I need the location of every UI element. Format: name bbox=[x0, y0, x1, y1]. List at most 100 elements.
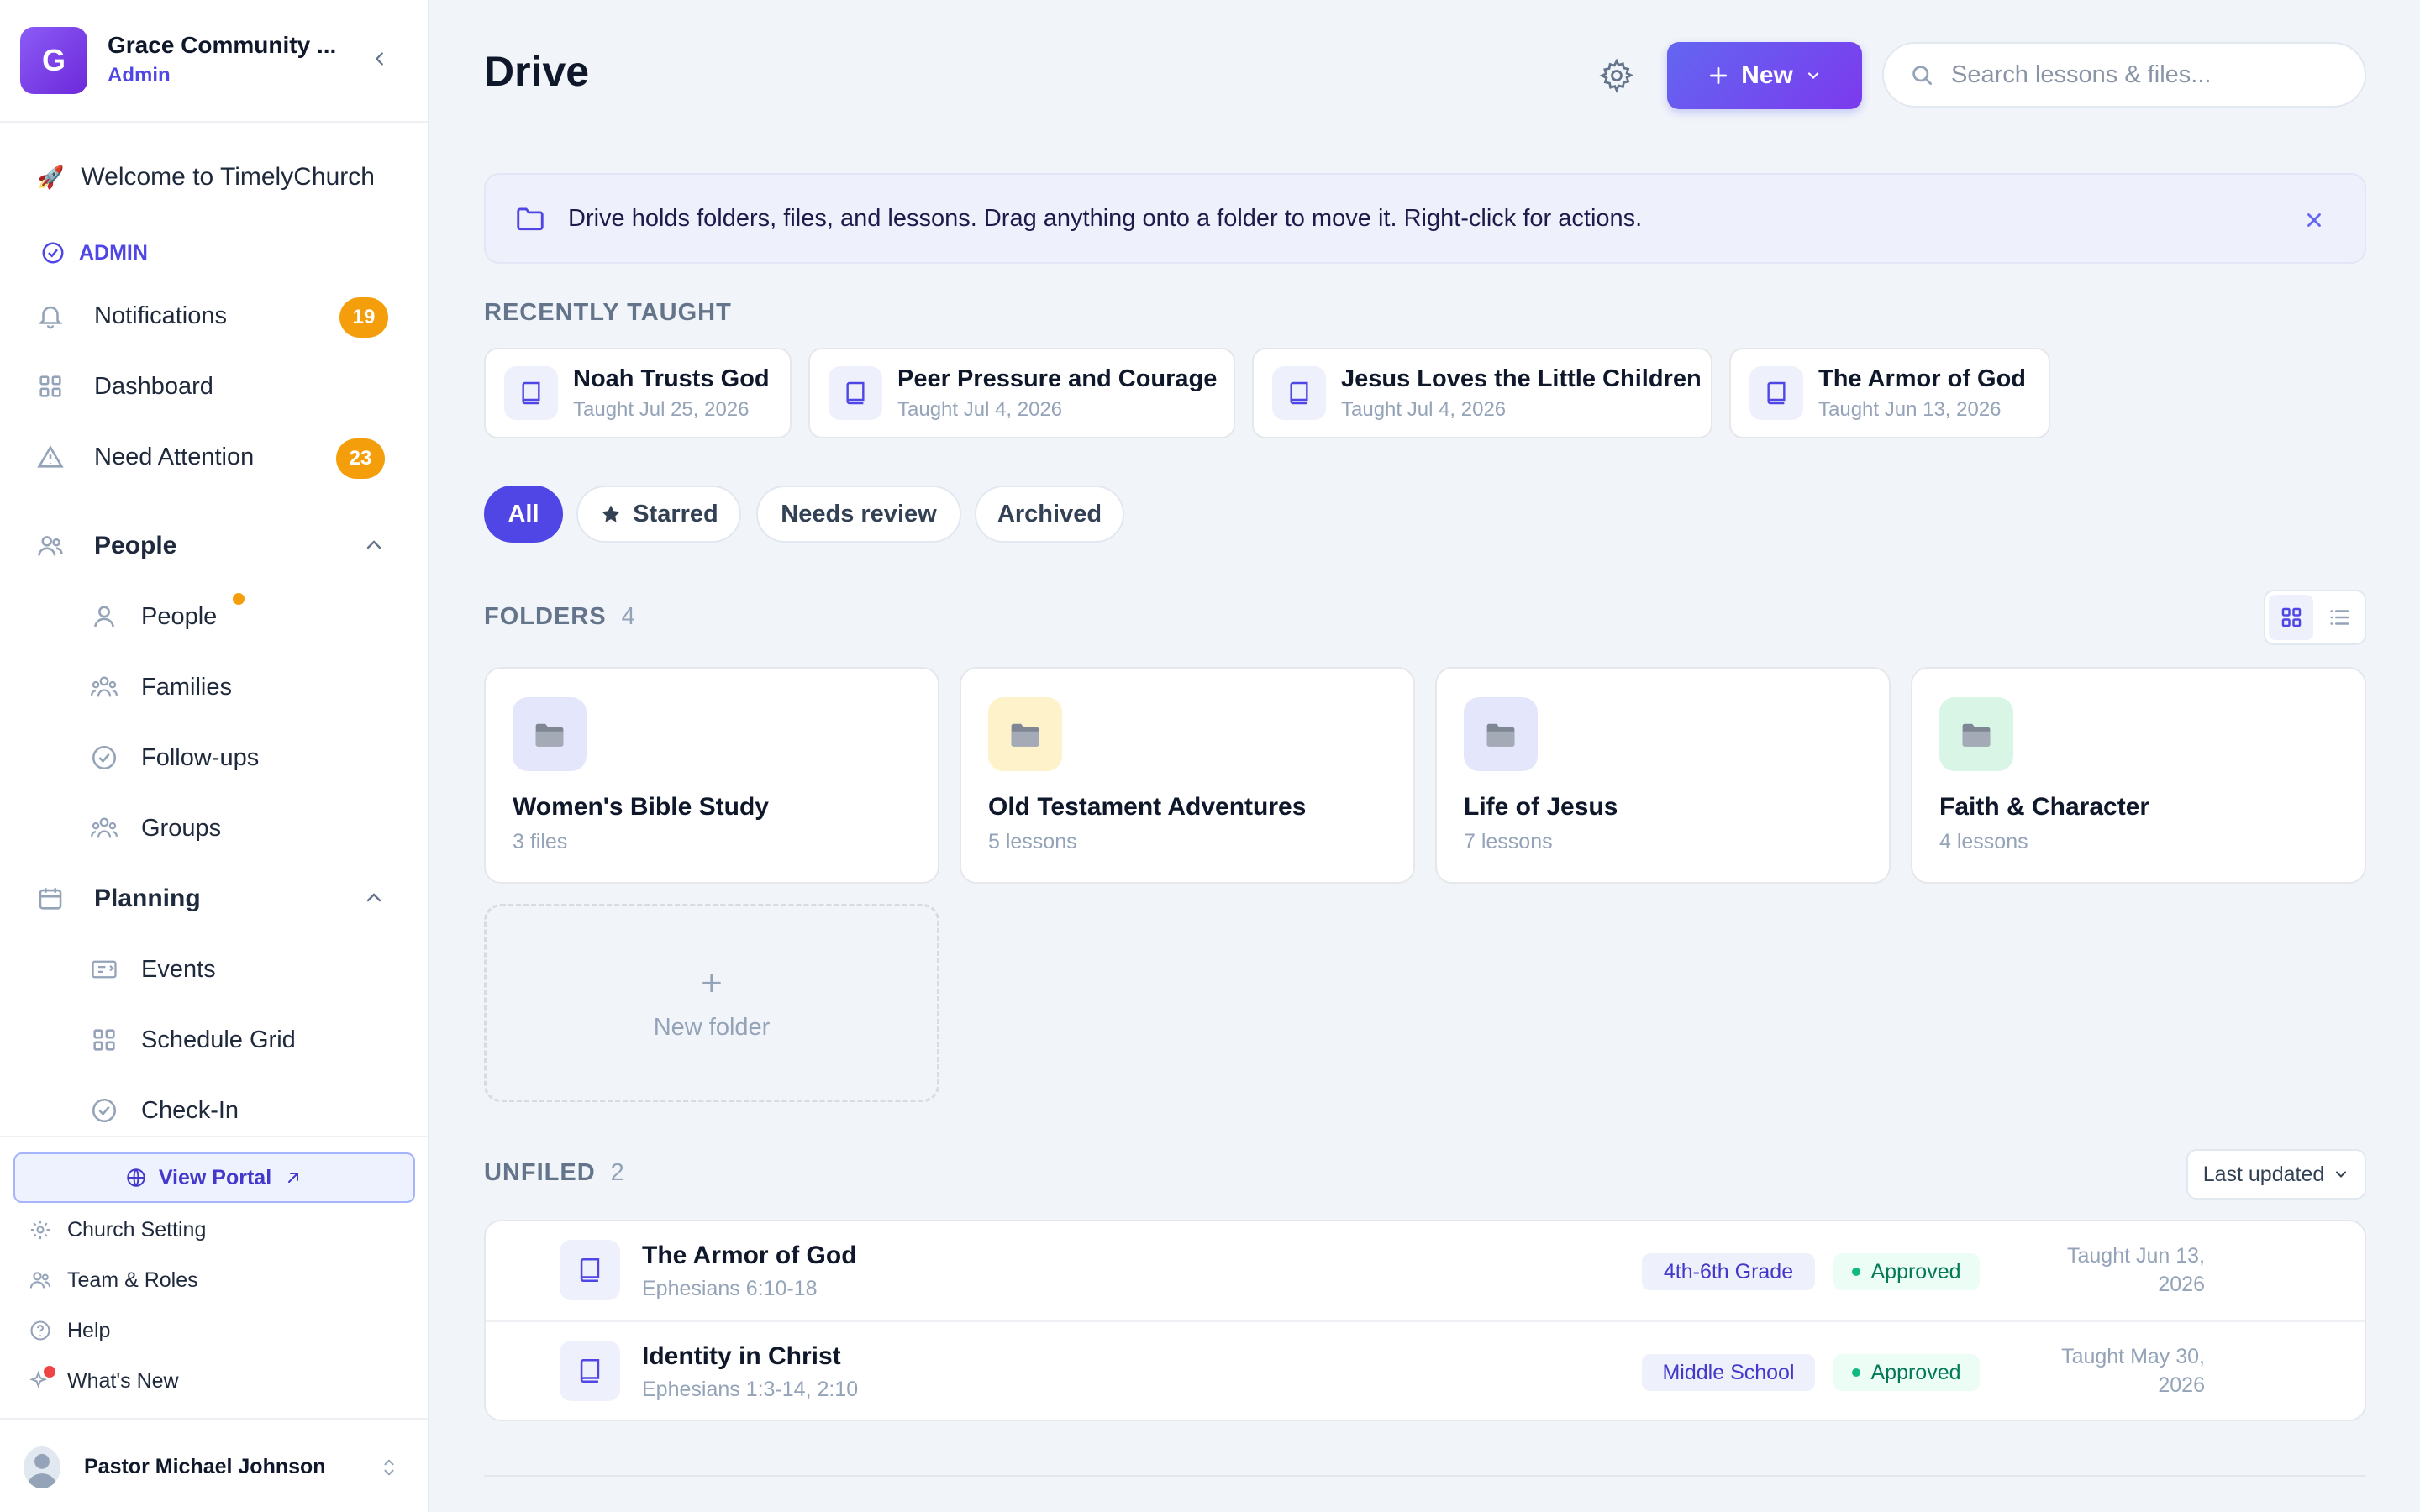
sidebar-item-schedule-grid[interactable]: Schedule Grid bbox=[87, 1023, 296, 1057]
taught-date: Taught Jun 13, 2026 bbox=[2067, 1242, 2205, 1299]
close-banner-button[interactable] bbox=[2297, 203, 2331, 237]
groups-icon bbox=[87, 811, 121, 845]
taught-date-line: 2026 bbox=[2158, 1373, 2205, 1397]
sidebar-item-events[interactable]: Events bbox=[87, 953, 216, 986]
sidebar-footer: View Portal Church Setting Team & Roles … bbox=[0, 1136, 428, 1512]
chevron-up-icon[interactable] bbox=[360, 531, 388, 559]
sidebar-group-people[interactable]: People bbox=[34, 529, 176, 563]
avatar bbox=[24, 1446, 60, 1488]
calendar-icon bbox=[34, 882, 67, 916]
sidebar-item-check-in[interactable]: Check-In bbox=[87, 1094, 239, 1127]
whats-new-link[interactable]: What's New bbox=[27, 1366, 179, 1394]
filter-archived[interactable]: Archived bbox=[975, 486, 1124, 543]
sidebar-item-dashboard[interactable]: Dashboard bbox=[34, 370, 213, 403]
sidebar-item-label: Events bbox=[141, 955, 216, 983]
sidebar-item-people[interactable]: People bbox=[87, 600, 217, 633]
recent-lesson-card[interactable]: Jesus Loves the Little Children Taught Ju… bbox=[1252, 348, 1712, 438]
sidebar-group-label: Planning bbox=[94, 885, 201, 912]
plus-icon: + bbox=[701, 962, 723, 1004]
folder-card[interactable]: Life of Jesus 7 lessons bbox=[1435, 667, 1891, 884]
sidebar-item-need-attention[interactable]: Need Attention bbox=[34, 440, 254, 474]
rocket-icon: 🚀 bbox=[37, 164, 65, 190]
folder-icon bbox=[517, 207, 544, 231]
org-switcher[interactable]: G Grace Community ... Admin bbox=[0, 0, 428, 123]
taught-date-line: 2026 bbox=[2158, 1273, 2205, 1296]
settings-button[interactable] bbox=[1598, 57, 1635, 94]
new-folder-button[interactable]: + New folder bbox=[484, 904, 939, 1102]
status-label: Approved bbox=[1870, 1259, 1961, 1284]
ticket-icon bbox=[87, 953, 121, 986]
new-button[interactable]: New bbox=[1667, 42, 1862, 109]
sidebar-item-groups[interactable]: Groups bbox=[87, 811, 221, 845]
gear-icon bbox=[27, 1216, 54, 1243]
recent-lesson-date: Taught Jul 4, 2026 bbox=[1341, 397, 1507, 421]
people-new-dot bbox=[233, 593, 245, 605]
table-row[interactable]: Identity in Christ Ephesians 1:3-14, 2:1… bbox=[486, 1320, 2365, 1420]
unfiled-label: UNFILED bbox=[484, 1159, 596, 1186]
family-icon bbox=[87, 670, 121, 704]
chevron-updown-icon bbox=[384, 1459, 394, 1476]
view-portal-label: View Portal bbox=[158, 1165, 272, 1189]
link-label: Team & Roles bbox=[67, 1268, 198, 1292]
list-view-button[interactable] bbox=[2317, 595, 2361, 640]
sidebar-item-label: Dashboard bbox=[94, 372, 213, 400]
recent-lesson-date: Taught Jun 13, 2026 bbox=[1818, 397, 2002, 421]
taught-date-line: Taught Jun 13, bbox=[2066, 1244, 2205, 1268]
help-icon bbox=[27, 1317, 54, 1344]
sidebar-group-planning[interactable]: Planning bbox=[34, 882, 201, 916]
folder-name: Life of Jesus bbox=[1464, 793, 1618, 821]
status-dot bbox=[1852, 1368, 1861, 1377]
users-icon bbox=[27, 1267, 54, 1294]
view-portal-button[interactable]: View Portal bbox=[13, 1152, 415, 1203]
recent-lesson-card[interactable]: Noah Trusts God Taught Jul 25, 2026 bbox=[484, 348, 792, 438]
table-row[interactable]: The Armor of God Ephesians 6:10-18 4th-6… bbox=[486, 1221, 2365, 1320]
org-role: Admin bbox=[108, 64, 171, 87]
folder-card[interactable]: Faith & Character 4 lessons bbox=[1911, 667, 2366, 884]
folder-card[interactable]: Old Testament Adventures 5 lessons bbox=[960, 667, 1415, 884]
recent-lesson-title: Peer Pressure and Courage bbox=[897, 365, 1218, 392]
filter-all[interactable]: All bbox=[484, 486, 563, 543]
check-circle-icon bbox=[42, 242, 64, 264]
recent-lesson-card[interactable]: Peer Pressure and Courage Taught Jul 4, 2… bbox=[808, 348, 1235, 438]
welcome-link[interactable]: 🚀 Welcome to TimelyChurch bbox=[37, 163, 375, 192]
church-setting-link[interactable]: Church Setting bbox=[27, 1216, 206, 1243]
search-bar[interactable] bbox=[1882, 42, 2366, 108]
recent-lesson-title: The Armor of God bbox=[1818, 365, 2027, 392]
plus-icon bbox=[1710, 66, 1728, 85]
new-button-label: New bbox=[1741, 61, 1793, 89]
folders-heading: FOLDERS 4 bbox=[484, 603, 635, 631]
sort-select[interactable]: Last updated bbox=[2186, 1149, 2366, 1200]
star-icon bbox=[602, 505, 620, 522]
sidebar-item-families[interactable]: Families bbox=[87, 670, 232, 704]
filter-needs-review[interactable]: Needs review bbox=[756, 486, 961, 543]
chevron-down-icon bbox=[1807, 72, 1818, 80]
folders-count: 4 bbox=[621, 603, 635, 630]
search-input[interactable] bbox=[1951, 60, 2338, 89]
chevron-up-icon[interactable] bbox=[360, 884, 388, 912]
sidebar-item-follow-ups[interactable]: Follow-ups bbox=[87, 741, 259, 774]
filter-starred[interactable]: Starred bbox=[576, 486, 741, 543]
sidebar-item-notifications[interactable]: Notifications bbox=[34, 299, 227, 333]
sidebar-item-label: Schedule Grid bbox=[141, 1026, 296, 1053]
recent-lesson-card[interactable]: The Armor of God Taught Jun 13, 2026 bbox=[1729, 348, 2050, 438]
sidebar-item-label: Follow-ups bbox=[141, 743, 260, 771]
lesson-scripture: Ephesians 6:10-18 bbox=[642, 1277, 818, 1300]
taught-date: Taught May 30, 2026 bbox=[2061, 1342, 2205, 1399]
new-folder-label: New folder bbox=[653, 1013, 771, 1041]
collapse-sidebar-button[interactable] bbox=[365, 44, 395, 74]
folder-card[interactable]: Women's Bible Study 3 files bbox=[484, 667, 939, 884]
user-icon bbox=[87, 600, 121, 633]
folder-name: Women's Bible Study bbox=[513, 793, 769, 821]
notification-dot bbox=[44, 1366, 55, 1378]
recent-lesson-date: Taught Jul 4, 2026 bbox=[897, 397, 1063, 421]
grid-view-button[interactable] bbox=[2269, 595, 2313, 640]
grade-tag: 4th-6th Grade bbox=[1642, 1253, 1815, 1290]
section-divider bbox=[484, 1475, 2366, 1477]
globe-icon bbox=[127, 1168, 145, 1187]
filter-label: Starred bbox=[633, 500, 718, 528]
user-menu[interactable]: Pastor Michael Johnson bbox=[0, 1418, 428, 1512]
notifications-badge: 19 bbox=[339, 297, 388, 338]
team-roles-link[interactable]: Team & Roles bbox=[27, 1267, 198, 1294]
admin-section-label: ADMIN bbox=[40, 240, 148, 265]
help-link[interactable]: Help bbox=[27, 1317, 110, 1344]
